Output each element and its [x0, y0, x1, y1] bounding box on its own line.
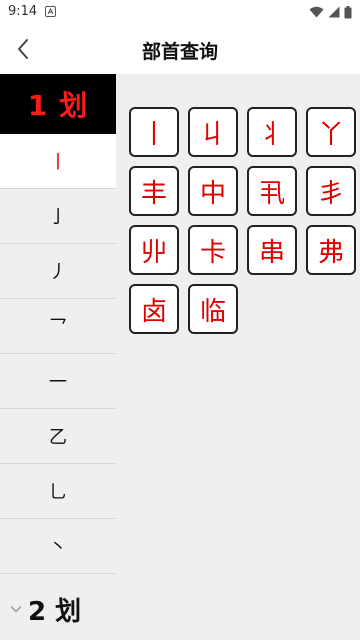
stroke-item[interactable]: 乚	[0, 464, 116, 519]
radical-cell[interactable]: 串	[247, 225, 297, 275]
page-title: 部首查询	[141, 41, 218, 63]
next-stroke-group[interactable]: 2 划	[0, 578, 116, 640]
next-group-label: 2 划	[28, 596, 82, 627]
stroke-item[interactable]: 乛	[0, 299, 116, 354]
radical-cell[interactable]: 卡	[188, 225, 238, 275]
signal-icon	[328, 6, 340, 18]
battery-icon	[344, 5, 352, 18]
radical-cell[interactable]: 丩	[188, 107, 238, 157]
app-header: 部首查询	[0, 24, 360, 74]
status-icons	[309, 5, 352, 19]
stroke-item[interactable]: 丿	[0, 244, 116, 299]
radical-cell[interactable]: 丨	[129, 107, 179, 157]
wifi-icon	[309, 6, 324, 18]
status-time: 9:14	[8, 4, 38, 19]
stroke-item[interactable]: 丨	[0, 134, 116, 189]
radical-cell[interactable]: 丯	[306, 166, 356, 216]
radical-cell[interactable]: 丫	[306, 107, 356, 157]
stroke-item[interactable]: 乙	[0, 409, 116, 464]
radical-panel: 丨 丩 丬 丫 丰 中 丮 丯 丱 卡 串 弗 卤 临	[116, 74, 360, 640]
radical-cell[interactable]: 中	[188, 166, 238, 216]
stroke-item[interactable]: 一	[0, 354, 116, 409]
stroke-list: 1 划 丨 亅 丿 乛 一 乙 乚 丶 2 划	[0, 74, 116, 640]
stroke-group-header: 1 划	[0, 74, 116, 134]
radical-cell[interactable]: 丬	[247, 107, 297, 157]
chevron-down-icon	[10, 605, 22, 613]
radical-cell[interactable]: 临	[188, 284, 238, 334]
radical-cell[interactable]: 弗	[306, 225, 356, 275]
radical-grid: 丨 丩 丬 丫 丰 中 丮 丯 丱 卡 串 弗 卤 临	[129, 107, 356, 334]
stroke-item[interactable]: 亅	[0, 189, 116, 244]
radical-cell[interactable]: 丰	[129, 166, 179, 216]
radical-cell[interactable]: 丮	[247, 166, 297, 216]
notification-a-icon	[45, 6, 56, 17]
radical-cell[interactable]: 卤	[129, 284, 179, 334]
radical-cell[interactable]: 丱	[129, 225, 179, 275]
status-bar: 9:14	[0, 0, 360, 24]
stroke-item[interactable]: 丶	[0, 519, 116, 574]
